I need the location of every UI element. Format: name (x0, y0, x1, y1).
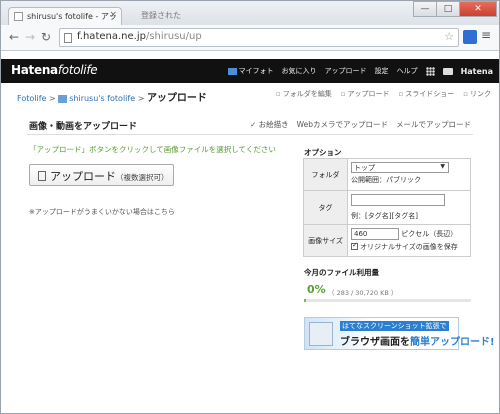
tab-strip: shirusu's fotolife - アッ × 登録された — □ ✕ (1, 1, 499, 25)
browser-toolbar: ← → ↻ f.hatena.ne.jp/shirusu/up ☆ ≡ (1, 25, 499, 51)
file-icon (38, 171, 46, 181)
myphoto-icon (227, 67, 237, 75)
menu-icon[interactable]: ≡ (481, 28, 495, 42)
drawing-link[interactable]: ✓ お絵描き (250, 119, 289, 130)
reload-icon[interactable]: ↻ (41, 30, 51, 44)
upload-button[interactable]: アップロード（複数選択可） (29, 164, 174, 186)
hatena-logo[interactable]: Hatena (461, 67, 493, 76)
user-icon (58, 94, 68, 103)
breadcrumb-user[interactable]: shirusu's fotolife (69, 94, 135, 103)
tab-title-inactive: 登録された (141, 11, 181, 20)
nav-favorites[interactable]: お気に入り (282, 66, 317, 76)
keep-original-option[interactable]: オリジナルサイズの画像を保存 (351, 241, 467, 252)
nav-help[interactable]: ヘルプ (397, 66, 418, 76)
size-label: 画像サイズ (303, 224, 348, 257)
extension-icon[interactable] (463, 30, 477, 44)
url-text: f.hatena.ne.jp/shirusu/up (77, 31, 202, 42)
fotolife-logo[interactable]: Hatenafotolife (11, 63, 98, 77)
link-link[interactable]: リンク (463, 89, 491, 99)
apps-grid-icon[interactable] (425, 66, 435, 76)
slideshow-link[interactable]: スライドショー (399, 89, 454, 99)
nav-myphoto[interactable]: マイフォト (227, 66, 274, 76)
breadcrumb: Fotolife > shirusu's fotolife > アップロード (17, 93, 207, 104)
tag-example: 例：[タグ名][タグ名] (351, 212, 418, 220)
options-title: オプション (304, 148, 342, 157)
header-nav: マイフォト お気に入り アップロード 設定 ヘルプ Hatena (227, 59, 493, 83)
window-controls: — □ ✕ (413, 1, 497, 17)
page-title: アップロード (146, 93, 207, 104)
usage-bar (304, 299, 471, 302)
size-input[interactable]: 460 (351, 228, 399, 240)
webcam-link[interactable]: Webカメラでアップロード (297, 119, 388, 130)
banner-line1: はてなスクリーンショット拡張で (340, 321, 449, 331)
browser-window: shirusu's fotolife - アッ × 登録された — □ ✕ ← … (0, 0, 500, 414)
upload-hint: 「アップロード」ボタンをクリックして画像ファイルを選択してください (29, 145, 276, 154)
folder-select[interactable]: トップ ▼ (351, 162, 449, 173)
tab-active[interactable]: shirusu's fotolife - アッ × (8, 7, 122, 25)
tag-label: タグ (303, 190, 348, 225)
trouble-link[interactable]: ※アップロードがうまくいかない場合はこちら (29, 207, 175, 217)
dropdown-arrow-icon: ▼ (440, 163, 445, 170)
page-icon (64, 33, 72, 43)
upload-link[interactable]: アップロード (341, 89, 390, 99)
bookmark-star-icon[interactable]: ☆ (444, 30, 454, 43)
visibility-text: 公開範囲：パブリック (351, 176, 421, 184)
forward-arrow-icon[interactable]: → (25, 30, 35, 44)
mail-upload-link[interactable]: メールでアップロード (396, 119, 471, 130)
usage-percent: 0% (307, 283, 326, 296)
nav-settings[interactable]: 設定 (375, 66, 389, 76)
page-favicon-icon (14, 12, 23, 21)
usage-bar-fill (304, 299, 306, 302)
usage-detail: （ 283 / 30,720 KB ） (328, 289, 398, 297)
options-table: フォルダ トップ ▼ 公開範囲：パブリック タグ 例：[タグ名][タグ名] 画像サ… (303, 158, 471, 257)
breadcrumb-root[interactable]: Fotolife (17, 94, 46, 103)
keep-original-checkbox[interactable] (351, 241, 358, 250)
maximize-button[interactable]: □ (436, 1, 460, 17)
upload-sources: ✓ お絵描き Webカメラでアップロード メールでアップロード (250, 119, 471, 130)
folder-label: フォルダ (303, 158, 348, 191)
tab-title: shirusu's fotolife - アッ (27, 12, 117, 21)
page-content: Hatenafotolife マイフォト お気に入り アップロード 設定 ヘルプ… (1, 51, 499, 413)
banner-line2: ブラウザ画面を簡単アップロード! (340, 337, 495, 348)
minimize-button[interactable]: — (413, 1, 437, 17)
screenshot-thumbnail-icon (309, 322, 333, 346)
tab-inactive[interactable]: 登録された (123, 7, 231, 25)
screenshot-extension-banner[interactable]: はてなスクリーンショット拡張で ブラウザ画面を簡単アップロード! (304, 317, 495, 350)
back-arrow-icon[interactable]: ← (9, 30, 19, 44)
address-bar[interactable]: f.hatena.ne.jp/shirusu/up ☆ (59, 28, 459, 47)
size-unit: ピクセル（長辺） (401, 230, 458, 238)
edit-folder-link[interactable]: フォルダを編集 (276, 89, 332, 99)
tag-input[interactable] (351, 194, 445, 206)
hatena-header: Hatenafotolife マイフォト お気に入り アップロード 設定 ヘルプ… (1, 59, 499, 83)
close-window-button[interactable]: ✕ (459, 1, 497, 17)
notification-icon[interactable] (442, 67, 453, 75)
tab-close-icon[interactable]: × (109, 10, 117, 20)
nav-upload[interactable]: アップロード (325, 66, 367, 76)
usage-title: 今月のファイル利用量 (304, 268, 379, 277)
section-divider (27, 134, 473, 135)
section-title: 画像・動画をアップロード (29, 122, 138, 132)
page-actions: フォルダを編集 アップロード スライドショー リンク (276, 89, 491, 99)
